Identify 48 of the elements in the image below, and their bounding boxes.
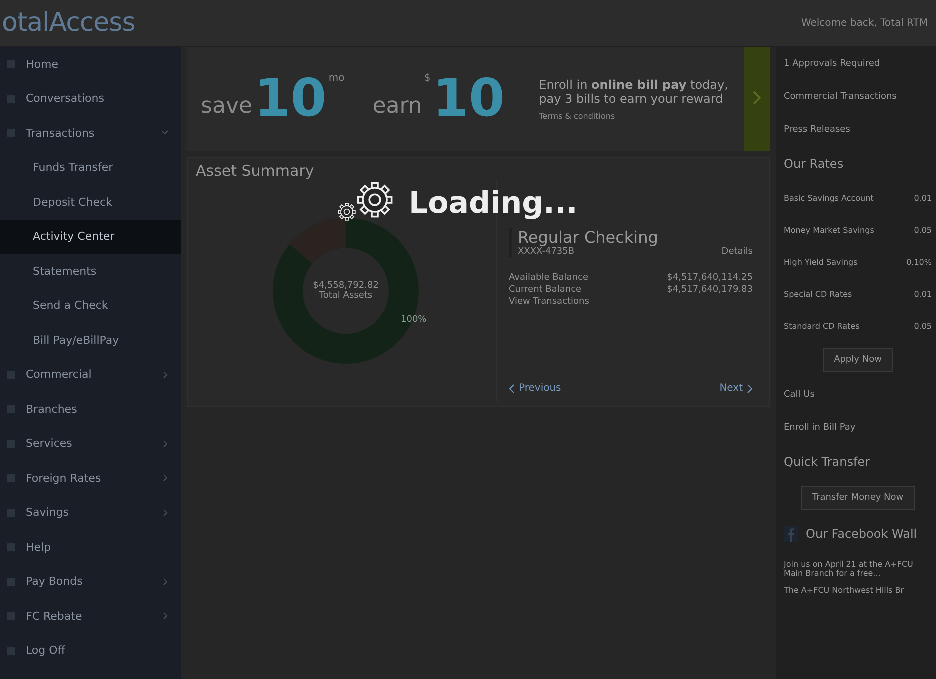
previous-link[interactable]: Previous <box>509 383 562 394</box>
rate-name: High Yield Savings <box>784 258 858 266</box>
section-heading: Quick Transfer <box>784 454 871 471</box>
side-link[interactable]: 1 Approvals Required <box>784 47 932 80</box>
balance-value: $4,517,640,114.25 <box>667 273 753 283</box>
logo: otalAccess <box>2 8 136 38</box>
promo-unit: mo <box>328 73 345 84</box>
promo-amount: 10 <box>432 73 506 125</box>
next-link[interactable]: Next <box>720 383 753 394</box>
facebook-post: Join us on April 21 at the A+FCU Main Branch for a free... <box>784 560 914 578</box>
side-link[interactable]: Call Us <box>784 378 932 411</box>
rate-value: 0.05 <box>914 226 932 234</box>
account-name: Regular Checking <box>518 228 660 247</box>
side-link[interactable]: Commercial Transactions <box>784 80 932 113</box>
rate-name: Special CD Rates <box>784 290 852 298</box>
view-transactions-link[interactable]: View Transactions <box>509 297 753 307</box>
terms-link[interactable]: Terms & conditions <box>539 112 740 120</box>
promo-amount: 10 <box>254 73 327 125</box>
rate-name: Basic Savings Account <box>784 194 874 202</box>
sidebar-item[interactable]: Activity Center <box>0 220 181 254</box>
rate-value: 0.05 <box>914 322 932 330</box>
promo-text: save <box>201 94 252 121</box>
side-link[interactable]: Enroll in Bill Pay <box>784 411 932 444</box>
rate-value: 0.10% <box>906 258 932 266</box>
facebook-heading: Our Facebook Wall <box>806 526 918 543</box>
transfer-button[interactable]: Transfer Money Now <box>801 486 915 510</box>
balance-label: Available Balance <box>509 273 588 283</box>
apply-now-button[interactable]: Apply Now <box>823 348 893 372</box>
facebook-post: The A+FCU Northwest Hills Br <box>784 586 906 595</box>
currency-sign: $ <box>424 73 431 84</box>
promo-text: earn <box>372 94 422 121</box>
rate-name: Standard CD Rates <box>784 322 860 330</box>
details-link[interactable]: Details <box>722 247 753 257</box>
section-heading: Our Rates <box>784 156 845 173</box>
side-link[interactable]: Press Releases <box>784 113 932 146</box>
promo-message: Enroll in online bill pay today, pay 3 bills to earn your reward <box>539 78 730 106</box>
welcome-text: Welcome back, Total RTM <box>801 18 928 28</box>
total-assets-amount: $4,558,792.82 <box>313 281 379 291</box>
panel-title: Asset Summary <box>196 162 316 180</box>
balance-label: Current Balance <box>509 285 582 295</box>
donut-percent-label: 100% <box>401 315 427 325</box>
total-assets-caption: Total Assets <box>319 291 373 301</box>
rate-name: Money Market Savings <box>784 226 874 234</box>
rate-value: 0.01 <box>914 194 932 202</box>
loading-text: Loading... <box>409 186 578 220</box>
balance-value: $4,517,640,179.83 <box>667 285 753 295</box>
account-number: XXXX-4735B <box>518 247 575 257</box>
rate-value: 0.01 <box>914 290 932 298</box>
